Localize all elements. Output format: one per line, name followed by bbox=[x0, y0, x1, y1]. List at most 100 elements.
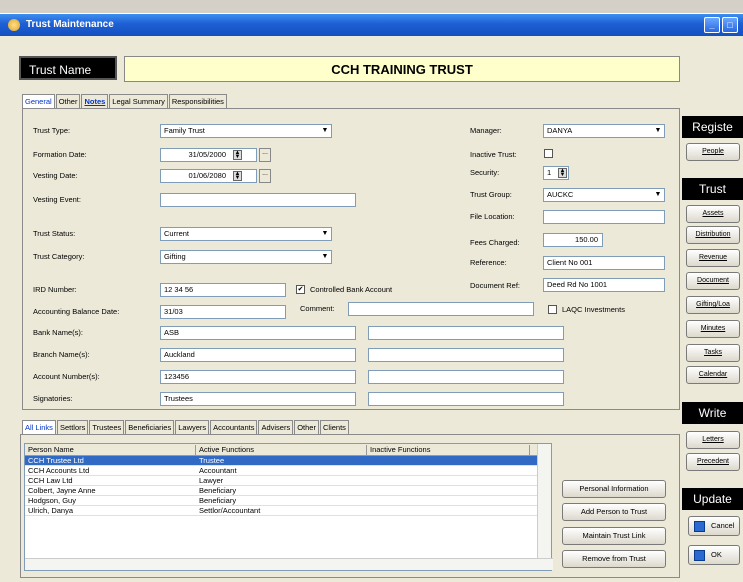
cancel-button[interactable]: Cancel bbox=[688, 516, 740, 536]
write-heading: Write bbox=[682, 402, 743, 424]
date-spinner-icon[interactable]: ▲ ▼ bbox=[233, 150, 242, 160]
table-row[interactable]: Hodgson, Guy Beneficiary bbox=[25, 496, 537, 506]
revenue-button[interactable]: Revenue bbox=[686, 249, 740, 267]
trust-group-value: AUCKC bbox=[547, 190, 574, 199]
cancel-icon bbox=[694, 521, 705, 532]
laqc-checkbox[interactable] bbox=[548, 305, 557, 314]
precedent-button[interactable]: Precedent bbox=[686, 453, 740, 471]
tab-accountants[interactable]: Accountants bbox=[210, 420, 258, 434]
document-ref-field[interactable]: Deed Rd No 1001 bbox=[543, 278, 665, 292]
tab-beneficiaries[interactable]: Beneficiaries bbox=[125, 420, 175, 434]
controlled-bank-checkbox[interactable]: ✔ bbox=[296, 285, 305, 294]
people-button[interactable]: People bbox=[686, 143, 740, 161]
trust-category-label: Trust Category: bbox=[33, 252, 85, 261]
tab-other-links[interactable]: Other bbox=[294, 420, 319, 434]
ird-number-field[interactable]: 12 34 56 bbox=[160, 283, 286, 297]
manager-select[interactable]: DANYA ▼ bbox=[543, 124, 665, 138]
trust-group-select[interactable]: AUCKC ▼ bbox=[543, 188, 665, 202]
cell-active: Beneficiary bbox=[199, 486, 237, 495]
calendar-button[interactable]: Calendar bbox=[686, 366, 740, 384]
cell-person: Hodgson, Guy bbox=[28, 496, 76, 505]
inactive-trust-label: Inactive Trust: bbox=[470, 150, 517, 159]
table-row[interactable]: Ulrich, Danya Settlor/Accountant bbox=[25, 506, 537, 516]
ird-number-label: IRD Number: bbox=[33, 285, 77, 294]
close-button[interactable]: □ bbox=[722, 17, 738, 33]
formation-date-picker-button[interactable]: ... bbox=[259, 148, 271, 162]
ok-button[interactable]: OK bbox=[688, 545, 740, 565]
chevron-down-icon[interactable]: ▼ bbox=[320, 252, 330, 262]
trust-name-label: Trust Name bbox=[19, 56, 117, 80]
chevron-down-icon[interactable]: ▼ bbox=[653, 190, 663, 200]
tab-notes[interactable]: Notes bbox=[81, 94, 109, 108]
signatories-field[interactable]: Trustees bbox=[160, 392, 356, 406]
table-row[interactable]: CCH Accounts Ltd Accountant bbox=[25, 466, 537, 476]
vesting-event-field[interactable] bbox=[160, 193, 356, 207]
branch-name-field[interactable]: Auckland bbox=[160, 348, 356, 362]
document-button[interactable]: Document bbox=[686, 272, 740, 290]
cell-person: CCH Accounts Ltd bbox=[28, 466, 90, 475]
formation-date-field[interactable]: 31/05/2000 ▲ ▼ bbox=[160, 148, 257, 162]
tab-trustees[interactable]: Trustees bbox=[89, 420, 125, 434]
tab-all-links[interactable]: All Links bbox=[22, 420, 56, 434]
col-person-name[interactable]: Person Name bbox=[28, 445, 196, 456]
vesting-date-picker-button[interactable]: ... bbox=[259, 169, 271, 183]
trust-maintenance-window: Trust Maintenance _ □ Trust Name CCH TRA… bbox=[0, 0, 743, 582]
bank-name-field-2[interactable] bbox=[368, 326, 564, 340]
vesting-event-label: Vesting Event: bbox=[33, 195, 81, 204]
tab-legal-summary[interactable]: Legal Summary bbox=[109, 94, 168, 108]
spinner-icon[interactable]: ▲ ▼ bbox=[558, 168, 567, 178]
bank-name-field[interactable]: ASB bbox=[160, 326, 356, 340]
distribution-button[interactable]: Distribution bbox=[686, 226, 740, 244]
reference-field[interactable]: Client No 001 bbox=[543, 256, 665, 270]
chevron-down-icon[interactable]: ▼ bbox=[320, 229, 330, 239]
personal-information-button[interactable]: Personal Information bbox=[562, 480, 666, 498]
account-number-field-2[interactable] bbox=[368, 370, 564, 384]
minimize-button[interactable]: _ bbox=[704, 17, 720, 33]
tasks-button[interactable]: Tasks bbox=[686, 344, 740, 362]
tab-responsibilities[interactable]: Responsibilities bbox=[168, 94, 227, 108]
table-row[interactable]: CCH Trustee Ltd Trustee bbox=[25, 456, 537, 466]
col-active-functions[interactable]: Active Functions bbox=[199, 445, 367, 456]
manager-value: DANYA bbox=[547, 126, 573, 135]
balance-date-field[interactable]: 31/03 bbox=[160, 305, 286, 319]
inactive-trust-checkbox[interactable] bbox=[544, 149, 553, 158]
tab-lawyers[interactable]: Lawyers bbox=[175, 420, 210, 434]
links-table[interactable]: Person Name Active Functions Inactive Fu… bbox=[24, 443, 553, 571]
fees-charged-field[interactable]: 150.00 bbox=[543, 233, 603, 247]
tab-general[interactable]: General bbox=[22, 94, 55, 108]
vertical-scrollbar[interactable] bbox=[537, 444, 551, 560]
vesting-date-field[interactable]: 01/06/2080 ▲ ▼ bbox=[160, 169, 257, 183]
trust-name-field[interactable]: CCH TRAINING TRUST bbox=[124, 56, 680, 82]
col-inactive-functions[interactable]: Inactive Functions bbox=[370, 445, 530, 456]
tab-clients[interactable]: Clients bbox=[319, 420, 349, 434]
date-spinner-icon[interactable]: ▲ ▼ bbox=[233, 171, 242, 181]
bank-name-label: Bank Name(s): bbox=[33, 328, 84, 337]
tab-settlors[interactable]: Settlors bbox=[56, 420, 89, 434]
chevron-down-icon[interactable]: ▼ bbox=[320, 126, 330, 136]
account-number-label: Account Number(s): bbox=[33, 372, 100, 381]
table-row[interactable]: Colbert, Jayne Anne Beneficiary bbox=[25, 486, 537, 496]
account-number-field[interactable]: 123456 bbox=[160, 370, 356, 384]
assets-button[interactable]: Assets bbox=[686, 205, 740, 223]
trust-status-select[interactable]: Current ▼ bbox=[160, 227, 332, 241]
tab-other[interactable]: Other bbox=[55, 94, 81, 108]
document-ref-label: Document Ref: bbox=[470, 281, 521, 290]
security-stepper[interactable]: 1 ▲ ▼ bbox=[543, 166, 569, 180]
table-row[interactable]: CCH Law Ltd Lawyer bbox=[25, 476, 537, 486]
branch-name-field-2[interactable] bbox=[368, 348, 564, 362]
chevron-down-icon[interactable]: ▼ bbox=[653, 126, 663, 136]
signatories-field-2[interactable] bbox=[368, 392, 564, 406]
maintain-trust-link-button[interactable]: Maintain Trust Link bbox=[562, 527, 666, 545]
letters-button[interactable]: Letters bbox=[686, 431, 740, 449]
gifting-loans-button[interactable]: Gifting/Loa bbox=[686, 296, 740, 314]
vesting-date-value: 01/06/2080 bbox=[188, 171, 226, 180]
trust-category-select[interactable]: Gifting ▼ bbox=[160, 250, 332, 264]
remove-from-trust-button[interactable]: Remove from Trust bbox=[562, 550, 666, 568]
trust-type-select[interactable]: Family Trust ▼ bbox=[160, 124, 332, 138]
tab-advisers[interactable]: Advisers bbox=[258, 420, 294, 434]
horizontal-scrollbar[interactable] bbox=[25, 558, 553, 570]
file-location-field[interactable] bbox=[543, 210, 665, 224]
comment-field[interactable] bbox=[348, 302, 534, 316]
add-person-button[interactable]: Add Person to Trust bbox=[562, 503, 666, 521]
minutes-button[interactable]: Minutes bbox=[686, 320, 740, 338]
